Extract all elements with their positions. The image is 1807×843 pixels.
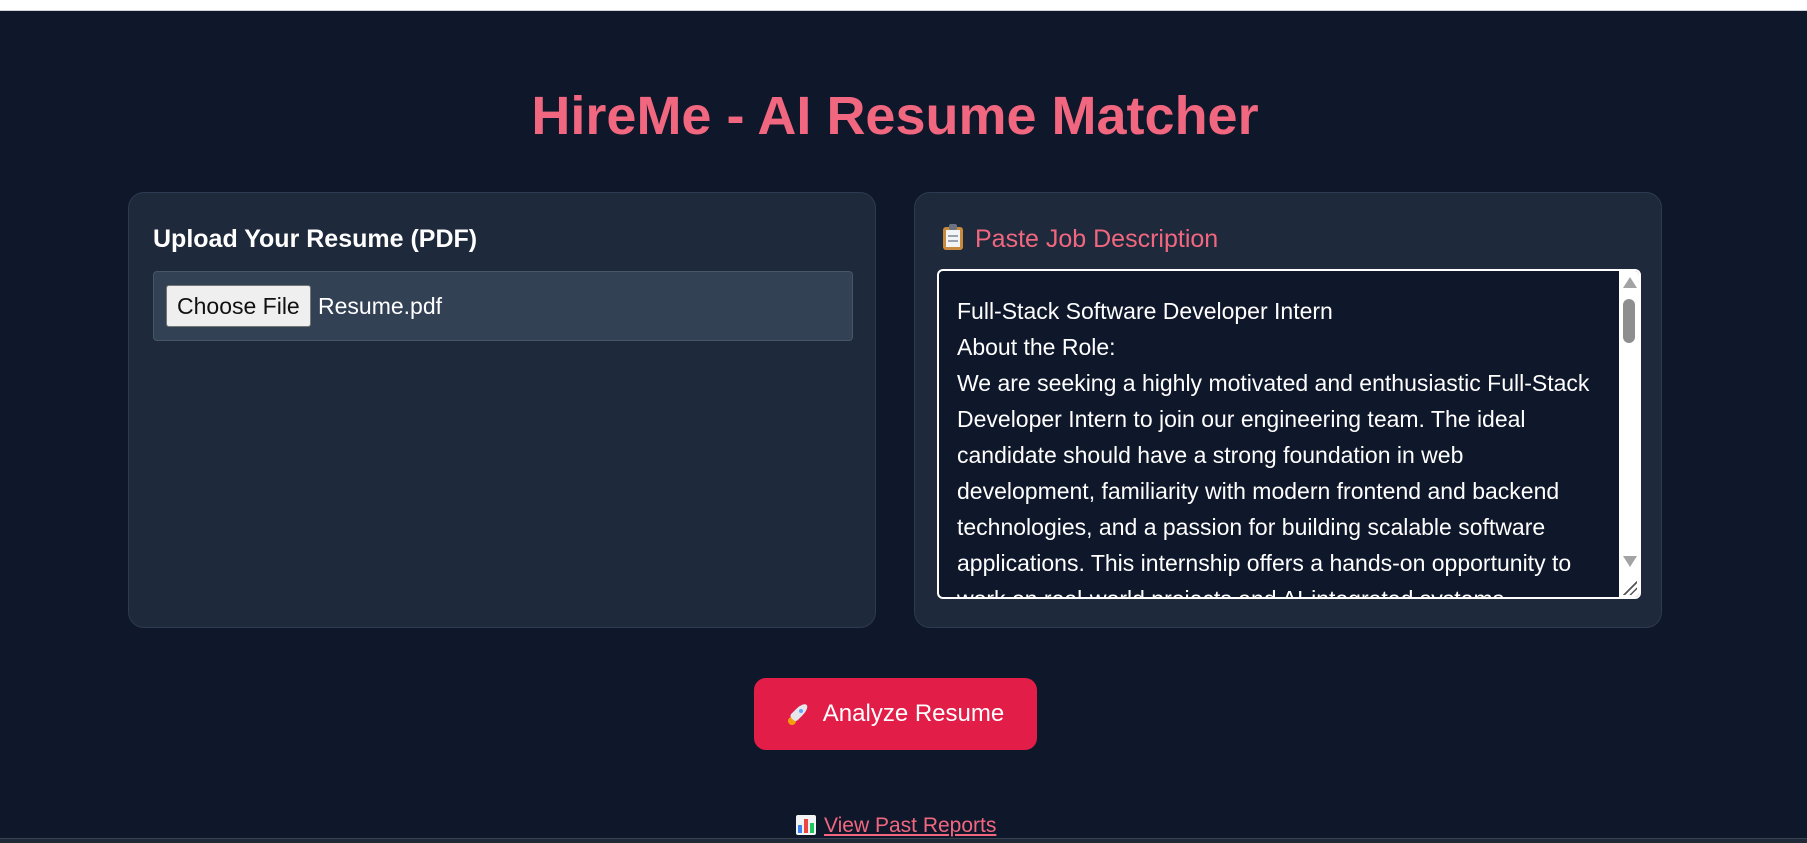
clipboard-icon xyxy=(943,224,963,250)
view-past-reports-label[interactable]: View Past Reports xyxy=(824,814,996,837)
upload-resume-heading: Upload Your Resume (PDF) xyxy=(153,225,478,253)
upload-resume-card: Upload Your Resume (PDF) Choose File Res… xyxy=(128,192,876,628)
bar-chart-icon xyxy=(796,815,816,835)
scroll-down-arrow-icon[interactable] xyxy=(1623,556,1637,567)
job-description-heading: Paste Job Description xyxy=(943,223,1218,255)
job-description-card: Paste Job Description Full-Stack Softwar… xyxy=(914,192,1662,628)
page-title: HireMe - AI Resume Matcher xyxy=(531,86,1259,146)
job-description-heading-text: Paste Job Description xyxy=(975,225,1219,253)
selected-file-name: Resume.pdf xyxy=(318,293,443,319)
analyze-resume-button[interactable]: Analyze Resume xyxy=(754,678,1037,750)
view-past-reports-link[interactable]: View Past Reports xyxy=(796,812,996,840)
browser-top-edge xyxy=(0,0,1807,11)
job-description-textarea[interactable]: Full-Stack Software Developer Intern Abo… xyxy=(937,269,1641,599)
rocket-icon xyxy=(787,701,811,725)
textarea-scrollbar[interactable] xyxy=(1619,271,1639,597)
resize-grip-icon[interactable] xyxy=(1623,581,1637,595)
resume-file-input[interactable]: Choose File Resume.pdf xyxy=(153,271,853,341)
scroll-up-arrow-icon[interactable] xyxy=(1623,277,1637,288)
choose-file-button[interactable]: Choose File xyxy=(166,285,311,327)
browser-bottom-edge xyxy=(0,838,1807,843)
scroll-thumb[interactable] xyxy=(1623,299,1635,343)
analyze-resume-label: Analyze Resume xyxy=(822,700,1005,727)
job-description-text[interactable]: Full-Stack Software Developer Intern Abo… xyxy=(939,271,1619,597)
